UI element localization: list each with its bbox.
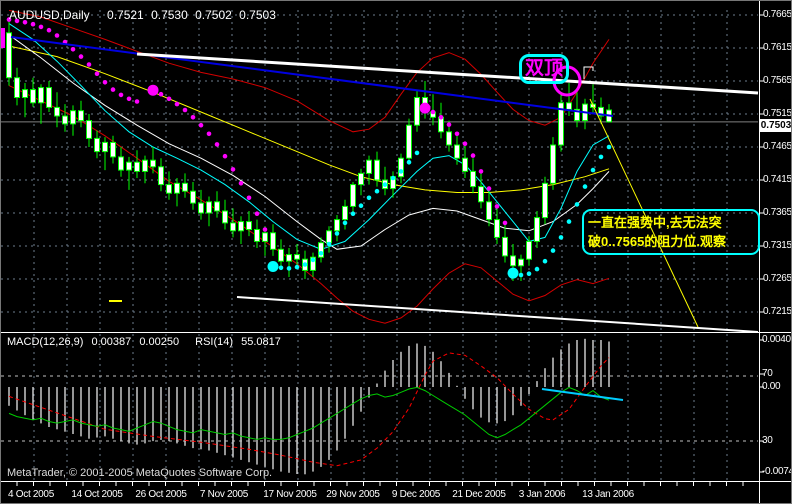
bollinger_lower-line bbox=[8, 85, 610, 324]
ma_fast-line bbox=[8, 23, 610, 250]
date-label: 26 Oct 2005 bbox=[135, 489, 187, 500]
symbol-period-label: AUDUSD,Daily bbox=[9, 8, 90, 22]
date-label: 7 Nov 2005 bbox=[199, 489, 249, 500]
price-label: 0.7315 bbox=[763, 240, 792, 251]
current-price-tag: 0.7503 bbox=[759, 119, 792, 132]
price-label: 0.7665 bbox=[763, 9, 792, 20]
price-label: 0.7615 bbox=[763, 42, 792, 53]
double-top-label[interactable]: 双顶 bbox=[519, 54, 569, 84]
rsi-value: 55.0817 bbox=[241, 336, 281, 348]
copyright-label: MetaTrader, © 2001-2005 MetaQuotes Softw… bbox=[7, 467, 273, 479]
date-label: 9 Dec 2005 bbox=[391, 489, 441, 500]
mt4-chart-window: AUDUSD,Daily 0.7521 0.7530 0.7502 0.7503… bbox=[0, 0, 792, 504]
date-label: 4 Oct 2005 bbox=[8, 489, 54, 500]
macd-name: MACD(12,26,9) bbox=[7, 336, 84, 348]
annotation-note-line2: 破0..7565的阻力位.观察 bbox=[588, 234, 726, 249]
date-label: 14 Oct 2005 bbox=[71, 489, 123, 500]
indicator-scale-label: 0.00406 bbox=[762, 334, 791, 345]
date-label: 21 Dec 2005 bbox=[452, 489, 506, 500]
date-label: 3 Jan 2006 bbox=[518, 489, 566, 500]
annotation-note-line1: 一直在强势中,去无法突 bbox=[588, 215, 722, 230]
trendline-white-upper[interactable] bbox=[136, 52, 759, 95]
date-label: 29 Nov 2005 bbox=[326, 489, 380, 500]
price-label: 0.7465 bbox=[763, 141, 792, 152]
trendline-white-lower[interactable] bbox=[236, 296, 759, 333]
price-label: 0.7565 bbox=[763, 75, 792, 86]
price-label: 0.7265 bbox=[763, 273, 792, 284]
rsi-name: RSI(14) bbox=[195, 336, 234, 348]
high-value: 0.7530 bbox=[151, 8, 188, 22]
macd-signal-value: 0.00250 bbox=[139, 336, 180, 348]
price-label: 0.7415 bbox=[763, 174, 792, 185]
indicator-scale-label: -0.00743 bbox=[762, 466, 791, 477]
macd-histogram bbox=[8, 338, 610, 475]
indicator-scale-label: 70 bbox=[762, 368, 773, 379]
open-value: 0.7521 bbox=[107, 8, 144, 22]
price-label: 0.7365 bbox=[763, 207, 792, 218]
chart-title: AUDUSD,Daily 0.7521 0.7530 0.7502 0.7503 bbox=[9, 8, 280, 22]
clipped-sar-dot bbox=[1, 28, 5, 48]
date-label: 17 Nov 2005 bbox=[263, 489, 317, 500]
low-value: 0.7502 bbox=[195, 8, 232, 22]
macd-value: 0.00387 bbox=[91, 336, 132, 348]
indicator-scale-label: 0.00 bbox=[762, 381, 781, 392]
price-label: 0.7515 bbox=[763, 108, 792, 119]
macd-signal-line bbox=[8, 352, 610, 467]
rsi-line bbox=[8, 386, 610, 440]
indicator-scale-label: 30 bbox=[762, 435, 773, 446]
date-label: 13 Jan 2006 bbox=[582, 489, 634, 500]
close-value: 0.7503 bbox=[239, 8, 276, 22]
annotation-note[interactable]: 一直在强势中,去无法突 破0..7565的阻力位.观察 bbox=[582, 209, 760, 255]
indicator-label: MACD(12,26,9) 0.00387 0.00250 RSI(14) 55… bbox=[7, 336, 286, 348]
price-label: 0.7215 bbox=[763, 306, 792, 317]
